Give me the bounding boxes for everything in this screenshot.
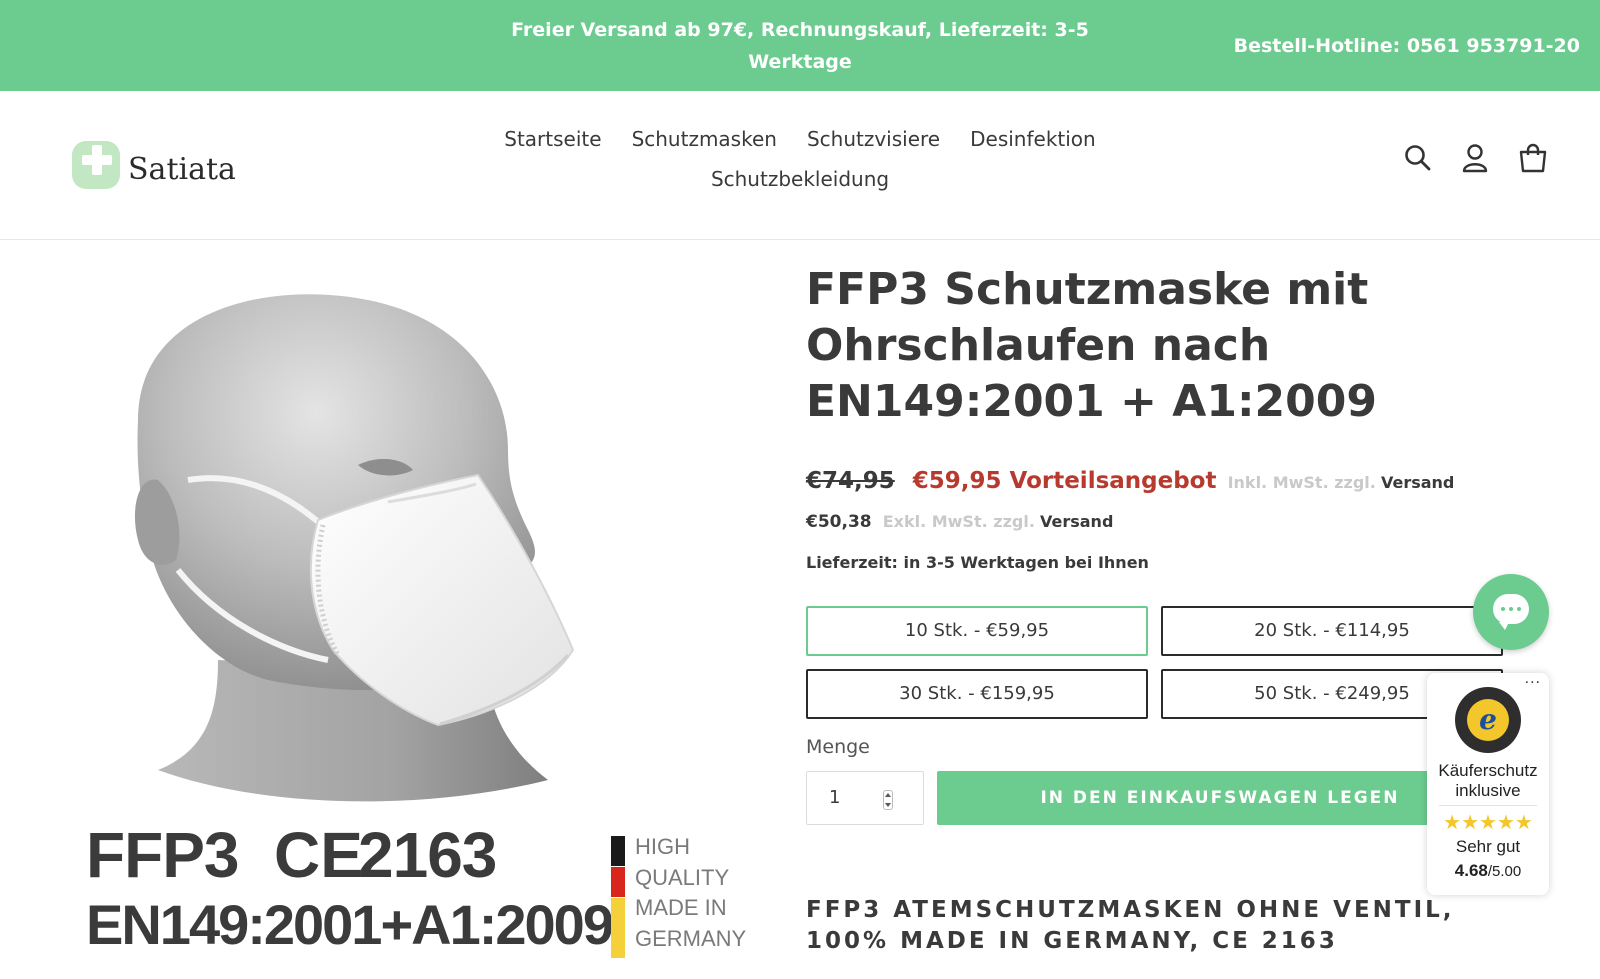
quantity-stepper[interactable]: 1: [806, 771, 924, 825]
delivery-time: Lieferzeit: in 3-5 Werktagen bei Ihnen: [806, 553, 1149, 572]
image-label-ffp3: FFP3: [86, 819, 239, 891]
germany-text: HIGH QUALITY MADE IN GERMANY: [635, 832, 746, 954]
announcement-text: Freier Versand ab 97€, Rechnungskauf, Li…: [511, 19, 1089, 73]
announcement-bar: Freier Versand ab 97€, Rechnungskauf, Li…: [0, 0, 1600, 91]
germany-line-1: HIGH: [635, 834, 690, 859]
chat-dot: [1517, 607, 1521, 611]
hotline-text[interactable]: Bestell-Hotline: 0561 953791-20: [1234, 30, 1580, 62]
trusted-shops-badge[interactable]: ··· e Käuferschutz inklusive ★★★★★ Sehr …: [1427, 673, 1549, 895]
rating-stars-icon: ★★★★★: [1443, 810, 1533, 834]
image-label-standard: EN149:2001+A1:2009: [86, 893, 614, 956]
badge-divider: [1439, 805, 1537, 806]
chat-dot: [1501, 607, 1505, 611]
spinner-arrows-icon[interactable]: [883, 790, 893, 810]
cart-icon[interactable]: [1518, 143, 1548, 173]
variant-10-pack[interactable]: 10 Stk. - €59,95: [806, 606, 1148, 656]
seal-e-glyph: e: [1479, 703, 1497, 736]
net-price-row: €50,38 Exkl. MwSt. zzgl. Versand: [806, 512, 1113, 532]
price-row: €74,95 €59,95 Vorteilsangebot Inkl. MwSt.…: [806, 468, 1454, 494]
logo-text: Satiata: [128, 151, 236, 187]
flag-black-bar: [611, 836, 625, 866]
nav-item-schutzbekleidung[interactable]: Schutzbekleidung: [711, 159, 889, 199]
description-heading: FFP3 ATEMSCHUTZMASKEN OHNE VENTIL, 100% …: [806, 897, 1455, 954]
net-price: €50,38: [806, 512, 872, 532]
quantity-label: Menge: [806, 736, 870, 758]
add-to-cart-button[interactable]: IN DEN EINKAUFSWAGEN LEGEN: [937, 771, 1503, 825]
tax-note-gross: Inkl. MwSt. zzgl.: [1227, 473, 1376, 492]
score-max: /5.00: [1487, 863, 1522, 880]
mannequin-mask-illustration: [134, 294, 575, 802]
account-icon[interactable]: [1462, 143, 1488, 173]
shipping-link-gross[interactable]: Versand: [1381, 473, 1454, 492]
sale-price: €59,95 Vorteilsangebot: [912, 468, 1217, 494]
germany-line-2: QUALITY: [635, 864, 730, 890]
flag-red-bar: [611, 867, 625, 897]
chat-bubble-icon: [1493, 594, 1529, 630]
flag-gold-bar: [611, 898, 625, 928]
germany-line-3: MADE IN: [635, 895, 727, 920]
main-nav: Startseite Schutzmasken Schutzvisiere Desin…: [470, 119, 1130, 199]
search-icon[interactable]: [1404, 144, 1432, 172]
nav-item-startseite[interactable]: Startseite: [504, 119, 601, 159]
product-title: FFP3 Schutzmaske mit Ohrschlaufen nach E…: [806, 264, 1378, 427]
flag-gold-bar-2: [611, 928, 625, 958]
variant-20-pack[interactable]: 20 Stk. - €114,95: [1161, 606, 1503, 656]
logo[interactable]: Satiata: [72, 141, 236, 189]
nav-item-desinfektion[interactable]: Desinfektion: [970, 119, 1096, 159]
more-options-icon[interactable]: ···: [1525, 675, 1541, 691]
chat-dot: [1509, 607, 1513, 611]
site-header: Satiata Startseite Schutzmasken Schutzvisi…: [0, 91, 1600, 240]
regular-price: €74,95: [806, 468, 895, 494]
trusted-shops-seal-icon: e: [1455, 687, 1521, 753]
chat-button[interactable]: [1473, 574, 1549, 650]
germany-line-4: GERMANY: [635, 925, 747, 951]
score-value: 4.68: [1454, 861, 1488, 880]
rating-score: 4.68/5.00: [1427, 861, 1549, 881]
image-label-number: 2163: [358, 819, 497, 891]
nav-item-schutzvisiere[interactable]: Schutzvisiere: [807, 119, 940, 159]
nav-item-schutzmasken[interactable]: Schutzmasken: [632, 119, 777, 159]
quantity-value: 1: [829, 787, 841, 808]
buyer-protection-text: Käuferschutz inklusive: [1438, 761, 1538, 800]
product-image[interactable]: FFP3 CE 2163 EN149:2001+A1:2009 HIGH QUA…: [68, 270, 768, 979]
tax-note-net: Exkl. MwSt. zzgl.: [882, 512, 1035, 531]
product-info: FFP3 Schutzmaske mit Ohrschlaufen nach E…: [806, 262, 1546, 954]
rating-text: Sehr gut: [1455, 837, 1521, 856]
seal-inner: e: [1467, 699, 1509, 741]
header-icons: [1404, 143, 1548, 173]
variant-30-pack[interactable]: 30 Stk. - €159,95: [806, 669, 1148, 719]
image-label-ce: CE: [274, 819, 363, 891]
logo-cross-icon: [72, 141, 120, 189]
shipping-link-net[interactable]: Versand: [1040, 512, 1113, 531]
